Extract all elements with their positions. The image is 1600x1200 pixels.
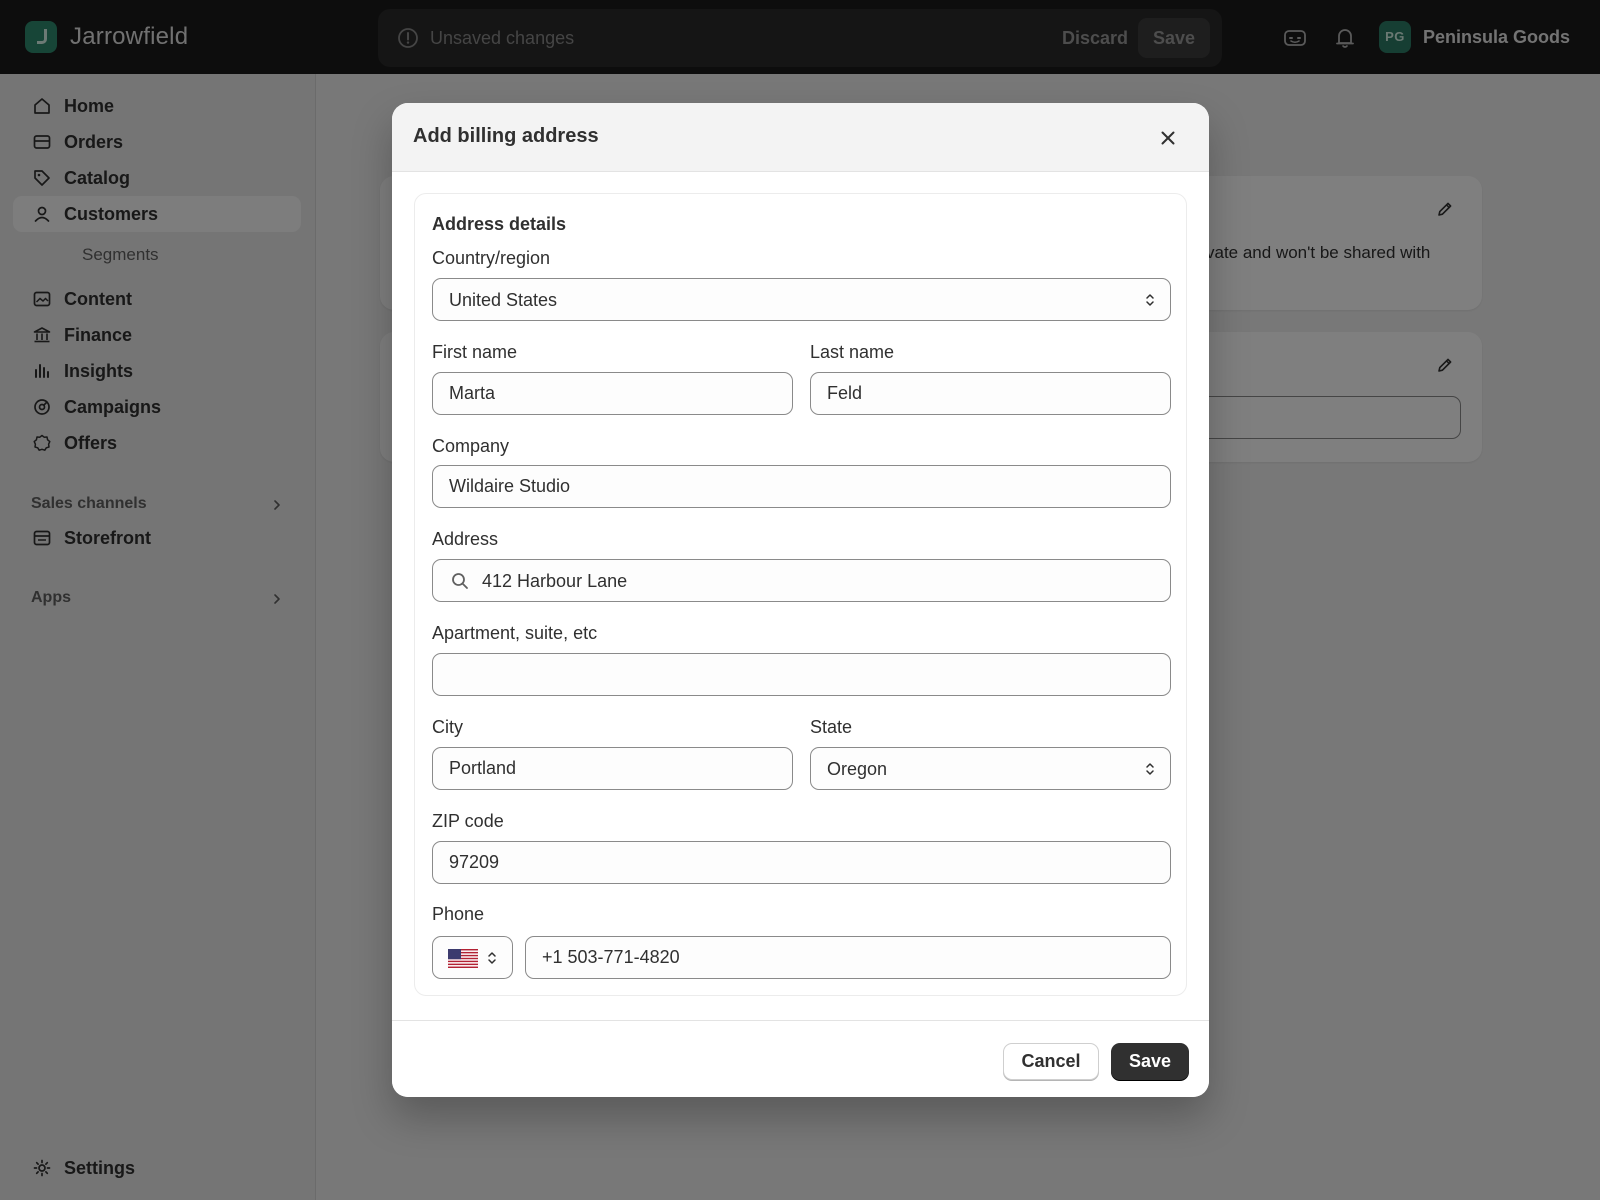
save-button[interactable]: Save — [1111, 1043, 1189, 1080]
cancel-button[interactable]: Cancel — [1003, 1043, 1099, 1080]
company-label: Company — [432, 436, 510, 456]
zip-field[interactable] — [432, 841, 1171, 884]
address-value: 412 Harbour Lane — [482, 571, 628, 591]
city-label: City — [432, 717, 463, 737]
company-field[interactable] — [432, 465, 1171, 508]
zip-label: ZIP code — [432, 811, 504, 831]
country-value: United States — [449, 290, 558, 310]
first-name-field[interactable] — [432, 372, 793, 415]
modal-title: Add billing address — [413, 125, 599, 147]
city-field[interactable] — [432, 747, 793, 790]
add-billing-address-modal: Add billing address Address details Coun… — [392, 103, 1209, 1097]
state-value: Oregon — [827, 759, 888, 779]
country-select[interactable]: United States — [432, 278, 1171, 321]
apartment-label: Apartment, suite, etc — [432, 623, 598, 643]
apartment-field[interactable] — [432, 653, 1171, 696]
last-name-label: Last name — [810, 342, 895, 362]
address-details-card: Address details Country/region United St… — [414, 193, 1187, 996]
state-label: State — [810, 717, 853, 737]
select-arrows-icon — [488, 952, 496, 964]
country-label: Country/region — [432, 248, 551, 268]
select-arrows-icon — [1146, 294, 1154, 306]
last-name-field[interactable] — [810, 372, 1171, 415]
phone-field[interactable] — [525, 936, 1171, 979]
state-select[interactable]: Oregon — [810, 747, 1171, 790]
us-flag-icon — [448, 949, 478, 968]
modal-body: Address details Country/region United St… — [392, 172, 1209, 1022]
section-title: Address details — [432, 214, 567, 234]
select-arrows-icon — [1146, 763, 1154, 775]
address-label: Address — [432, 529, 499, 549]
modal-footer: Cancel Save — [392, 1020, 1209, 1097]
phone-label: Phone — [432, 904, 485, 924]
close-button[interactable] — [1154, 124, 1182, 152]
phone-country-select[interactable] — [432, 936, 513, 979]
first-name-label: First name — [432, 342, 518, 362]
address-search-field[interactable]: 412 Harbour Lane — [432, 559, 1171, 602]
search-icon — [452, 573, 468, 589]
modal-header: Add billing address — [392, 103, 1209, 172]
close-icon — [1161, 131, 1175, 145]
